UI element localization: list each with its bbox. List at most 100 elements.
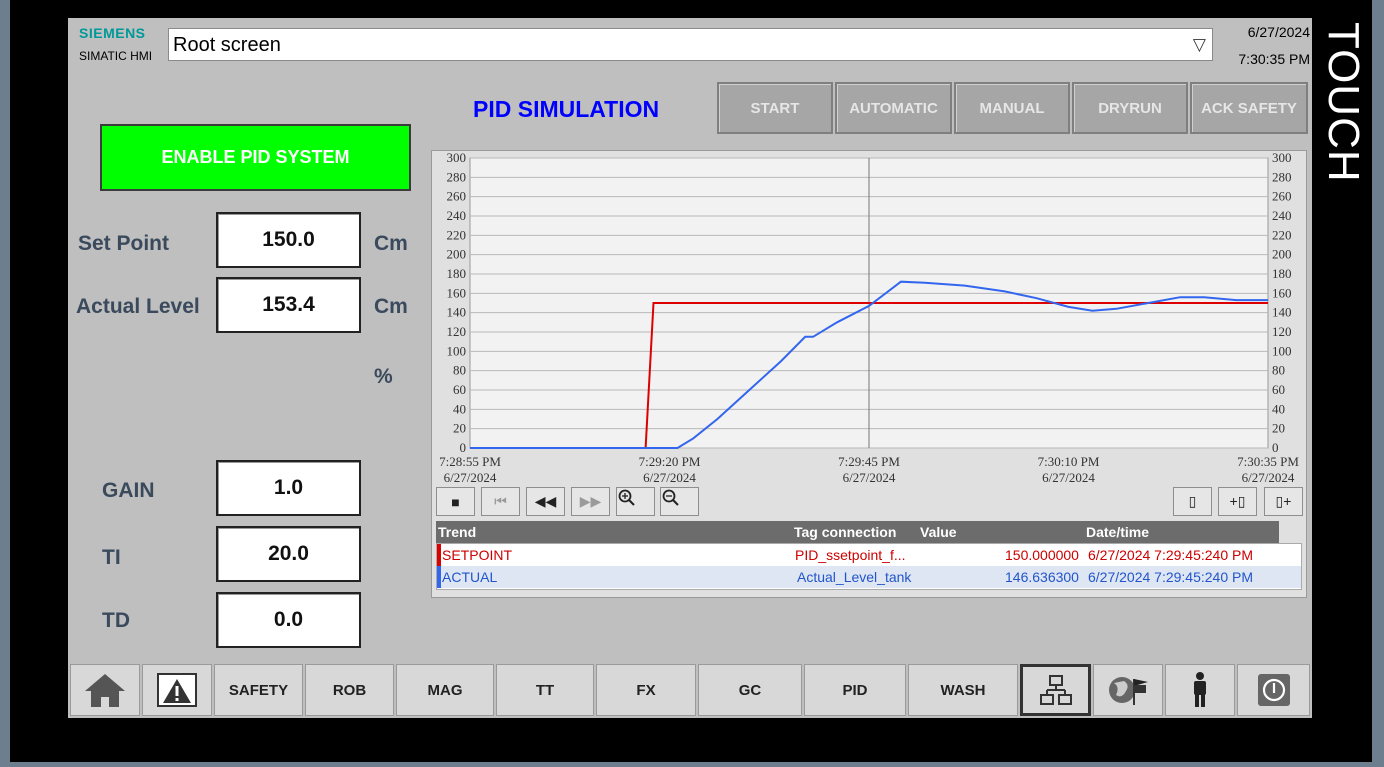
y-tick-label-left: 280 — [447, 169, 467, 184]
x-tick-date: 6/27/2024 — [643, 470, 696, 485]
nav-safety[interactable]: SAFETY — [214, 664, 303, 716]
ti-label: TI — [102, 546, 121, 569]
y-tick-label-left: 300 — [447, 151, 467, 165]
trend-table-header: Trend Tag connection Value Date/time — [436, 521, 1279, 543]
dryrun-button[interactable]: DRYRUN — [1072, 82, 1188, 134]
siemens-logo: SIEMENS — [79, 25, 146, 41]
row-datetime: 6/27/2024 7:29:45:240 PM — [1088, 569, 1254, 585]
trend-table: SETPOINT PID_ssetpoint_f... 150.000000 6… — [436, 543, 1302, 590]
percent-unit: % — [374, 365, 393, 388]
y-tick-label-left: 140 — [447, 305, 467, 320]
x-tick-time: 7:29:45 PM — [838, 454, 900, 469]
y-tick-label-right: 120 — [1272, 324, 1292, 339]
screen-selector[interactable]: Root screen ▽ — [168, 28, 1213, 61]
network-icon — [1039, 675, 1072, 705]
x-tick-time: 7:28:55 PM — [439, 454, 501, 469]
nav-wash[interactable]: WASH — [908, 664, 1018, 716]
setpoint-field[interactable]: 150.0 — [216, 212, 361, 268]
y-tick-label-left: 80 — [453, 363, 466, 378]
touch-label: TOUCH — [1319, 22, 1368, 183]
nav-rob[interactable]: ROB — [305, 664, 394, 716]
ruler-back-icon[interactable]: +▯ — [1218, 487, 1257, 516]
y-tick-label-right: 300 — [1272, 151, 1292, 165]
y-tick-label-left: 40 — [453, 401, 466, 416]
nav-fx[interactable]: FX — [596, 664, 696, 716]
rewind-icon[interactable]: ◀◀ — [526, 487, 565, 516]
ack-safety-button[interactable]: ACK SAFETY — [1190, 82, 1308, 134]
nav-home[interactable] — [70, 664, 140, 716]
y-tick-label-right: 60 — [1272, 382, 1285, 397]
nav-pid[interactable]: PID — [804, 664, 906, 716]
forward-icon[interactable]: ▶▶ — [571, 487, 610, 516]
y-tick-label-right: 160 — [1272, 285, 1292, 300]
enable-pid-button[interactable]: ENABLE PID SYSTEM — [100, 124, 411, 191]
row-trend: SETPOINT — [442, 547, 513, 563]
manual-button[interactable]: MANUAL — [954, 82, 1070, 134]
y-tick-label-left: 0 — [460, 440, 467, 455]
language-icon — [1109, 677, 1148, 705]
x-tick-time: 7:30:10 PM — [1038, 454, 1100, 469]
first-icon[interactable]: ⏮ — [481, 487, 520, 516]
td-field[interactable]: 0.0 — [216, 592, 361, 648]
y-tick-label-left: 260 — [447, 189, 467, 204]
x-tick-time: 7:30:35 PM — [1237, 454, 1299, 469]
y-tick-label-left: 180 — [447, 266, 467, 281]
x-tick-date: 6/27/2024 — [1242, 470, 1295, 485]
row-datetime: 6/27/2024 7:29:45:240 PM — [1088, 547, 1254, 563]
x-tick-date: 6/27/2024 — [1042, 470, 1095, 485]
nav-mag[interactable]: MAG — [396, 664, 494, 716]
series-color-marker — [437, 566, 441, 588]
y-tick-label-right: 240 — [1272, 208, 1292, 223]
stop-icon[interactable]: ■ — [436, 487, 475, 516]
actual-level-field: 153.4 — [216, 277, 361, 333]
row-trend: ACTUAL — [442, 569, 498, 585]
time-display: 7:30:35 PM — [1238, 51, 1310, 67]
trend-view[interactable]: 0 0 20 20 40 40 60 60 80 80 100 100 120 120 140 140 160 1… — [431, 150, 1307, 598]
zoom-out-icon[interactable] — [660, 487, 699, 516]
y-tick-label-right: 20 — [1272, 421, 1285, 436]
y-tick-label-right: 280 — [1272, 169, 1292, 184]
series-color-marker — [437, 544, 441, 566]
nav-power[interactable] — [1237, 664, 1310, 716]
chevron-down-icon[interactable]: ▽ — [1193, 35, 1206, 55]
table-row[interactable]: SETPOINT PID_ssetpoint_f... 150.000000 6… — [437, 544, 1301, 566]
nav-tt[interactable]: TT — [496, 664, 594, 716]
y-tick-label-right: 260 — [1272, 189, 1292, 204]
td-label: TD — [102, 609, 130, 632]
header-value: Value — [920, 524, 957, 540]
start-button[interactable]: START — [717, 82, 833, 134]
trend-chart: 0 0 20 20 40 40 60 60 80 80 100 100 120 120 140 140 160 1… — [439, 151, 1299, 485]
page-title: PID SIMULATION — [473, 96, 660, 122]
ti-field[interactable]: 20.0 — [216, 526, 361, 582]
gain-field[interactable]: 1.0 — [216, 460, 361, 516]
screen-selector-value: Root screen — [173, 34, 281, 56]
automatic-button[interactable]: AUTOMATIC — [835, 82, 952, 134]
ruler-forward-icon[interactable]: ▯+ — [1264, 487, 1303, 516]
nav-user[interactable] — [1165, 664, 1235, 716]
nav-language[interactable] — [1093, 664, 1163, 716]
date-display: 6/27/2024 — [1247, 24, 1310, 40]
y-tick-label-right: 40 — [1272, 401, 1285, 416]
header-tag-connection: Tag connection — [794, 524, 897, 540]
zoom-in-icon[interactable] — [616, 487, 655, 516]
nav-alarm[interactable] — [142, 664, 212, 716]
gain-label: GAIN — [102, 479, 155, 502]
alarm-icon — [157, 673, 197, 707]
y-tick-label-right: 220 — [1272, 227, 1292, 242]
y-tick-label-right: 140 — [1272, 305, 1292, 320]
y-tick-label-right: 100 — [1272, 343, 1292, 358]
hmi-screen: SIEMENS SIMATIC HMI Root screen ▽ 6/27/2… — [68, 18, 1312, 718]
ruler-icon[interactable]: ▯ — [1173, 487, 1212, 516]
table-row[interactable]: ACTUAL Actual_Level_tank 146.636300 6/27… — [437, 566, 1301, 588]
header-trend: Trend — [438, 524, 477, 540]
nav-network[interactable] — [1020, 664, 1091, 716]
setpoint-unit: Cm — [374, 232, 408, 255]
y-tick-label-left: 240 — [447, 208, 467, 223]
setpoint-label: Set Point — [78, 232, 170, 255]
x-tick-time: 7:29:20 PM — [639, 454, 701, 469]
y-tick-label-right: 200 — [1272, 247, 1292, 262]
row-tag: Actual_Level_tank — [797, 569, 912, 585]
row-tag: PID_ssetpoint_f... — [795, 547, 906, 563]
nav-gc[interactable]: GC — [698, 664, 802, 716]
y-tick-label-left: 100 — [447, 343, 467, 358]
